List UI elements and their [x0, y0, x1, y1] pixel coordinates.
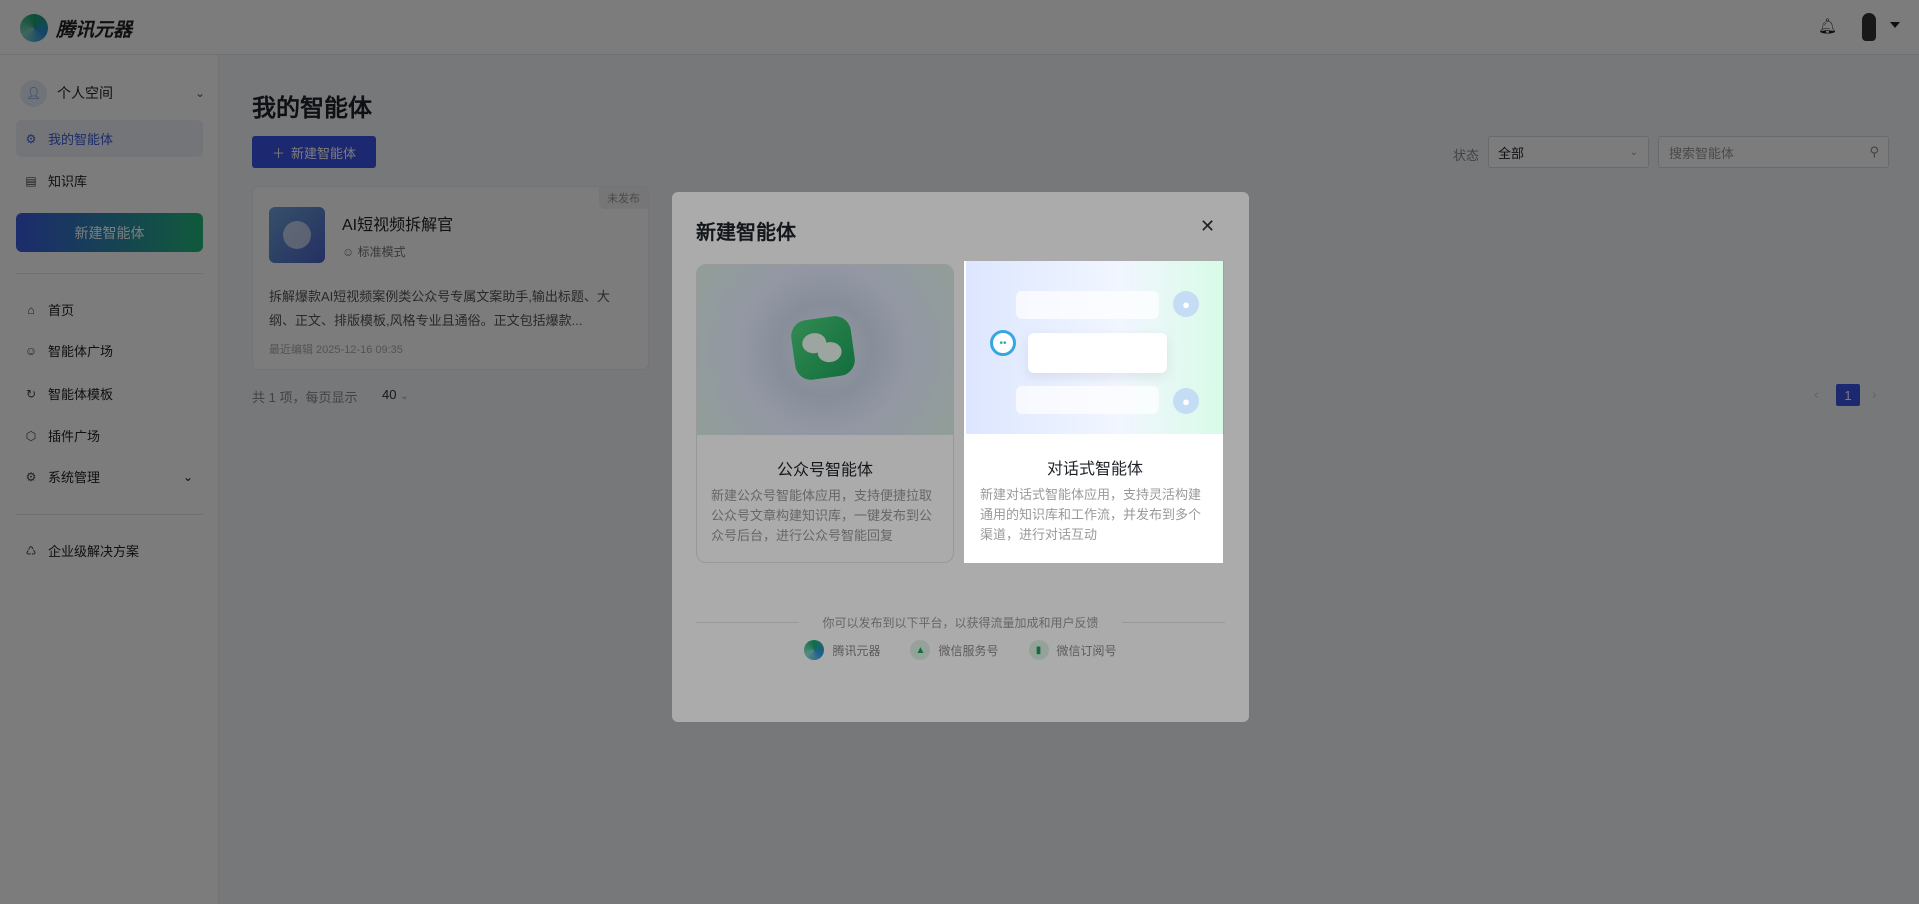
type-title: 对话式智能体	[1046, 461, 1143, 478]
type-title: 公众号智能体	[776, 462, 873, 479]
user-icon: ●	[1173, 291, 1199, 317]
label: 腾讯元器	[832, 643, 881, 658]
platform-wechat-subscription: ▮ 微信订阅号	[1028, 640, 1117, 660]
service-account-icon: ▲	[910, 640, 931, 660]
type-description: 新建公众号智能体应用，支持便捷拉取公众号文章构建知识库，一键发布到公众号后台，进…	[711, 488, 933, 543]
chat-bot-icon: ••	[990, 330, 1016, 356]
platform-yuanqi: 腾讯元器	[804, 640, 880, 660]
wechat-icon	[789, 314, 857, 382]
label: 微信服务号	[938, 643, 999, 658]
type-card-conversational[interactable]: ● •• ● 对话式智能体 新建对话式智能体应用，支持灵活构建通用的知识库和工作…	[966, 261, 1224, 563]
label: 微信订阅号	[1056, 643, 1117, 658]
wechat-illustration	[697, 265, 953, 435]
subscription-icon: ▮	[1028, 640, 1049, 660]
user-icon: ●	[1173, 388, 1199, 414]
chat-illustration: ● •• ●	[966, 261, 1224, 434]
platform-wechat-service: ▲ 微信服务号	[910, 640, 999, 660]
modal-title: 新建智能体	[696, 222, 796, 244]
new-agent-modal: 新建智能体 ✕ 公众号智能体 新建公众号智能体应用，支持便捷拉取公众号文章构建知…	[672, 192, 1249, 722]
type-card-official-account[interactable]: 公众号智能体 新建公众号智能体应用，支持便捷拉取公众号文章构建知识库，一键发布到…	[696, 264, 954, 563]
close-icon[interactable]: ✕	[1200, 216, 1215, 237]
platform-hint: 你可以发布到以下平台，以获得流量加成和用户反馈	[822, 616, 1099, 630]
yuanqi-icon	[804, 640, 825, 660]
type-description: 新建对话式智能体应用，支持灵活构建通用的知识库和工作流，并发布到多个渠道，进行对…	[980, 487, 1202, 542]
platform-list: 腾讯元器 ▲ 微信服务号 ▮ 微信订阅号	[672, 640, 1249, 660]
